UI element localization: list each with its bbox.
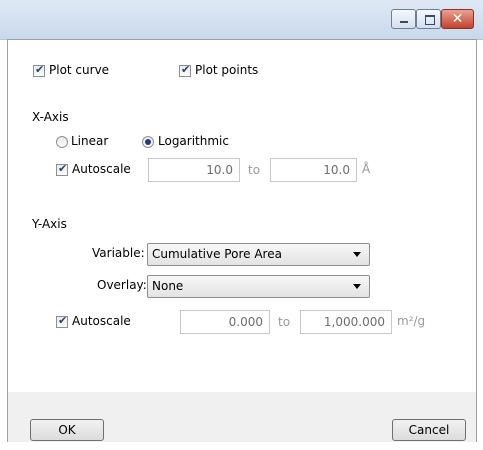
variable-select[interactable]: Cumulative Pore Area [147, 243, 370, 266]
logarithmic-label: Logarithmic [158, 134, 229, 148]
maximize-icon [425, 15, 435, 25]
chevron-down-icon [353, 284, 361, 289]
dialog-client-area: Plot curve Plot points X-Axis Linear Log… [7, 39, 477, 442]
y-autoscale-label: Autoscale [72, 314, 131, 328]
y-min-field[interactable]: 0.000 [180, 310, 270, 334]
logarithmic-radio[interactable] [142, 136, 154, 148]
x-autoscale-checkbox[interactable] [56, 162, 68, 176]
x-autoscale-label: Autoscale [72, 162, 131, 176]
x-min-field[interactable]: 10.0 [148, 158, 240, 182]
overlay-label: Overlay: [97, 278, 147, 292]
close-icon: ✕ [451, 11, 464, 27]
linear-label: Linear [71, 134, 109, 148]
y-axis-heading: Y-Axis [32, 217, 67, 231]
plot-points-label: Plot points [195, 63, 259, 77]
separator-strip [8, 392, 476, 415]
minimize-button[interactable] [391, 9, 416, 29]
x-max-field[interactable]: 10.0 [270, 158, 357, 182]
minimize-icon [400, 21, 408, 23]
plot-points-checkbox[interactable] [179, 63, 191, 77]
x-axis-heading: X-Axis [32, 110, 69, 124]
overlay-select[interactable]: None [147, 275, 370, 298]
ok-button[interactable]: OK [30, 419, 104, 441]
close-button[interactable]: ✕ [441, 9, 474, 29]
cancel-button[interactable]: Cancel [392, 419, 466, 441]
linear-radio[interactable] [56, 136, 68, 148]
chevron-down-icon [353, 252, 361, 257]
plot-curve-checkbox[interactable] [33, 63, 45, 77]
overlay-value: None [152, 279, 184, 293]
options-panel: Plot curve Plot points X-Axis Linear Log… [8, 40, 476, 393]
plot-curve-label: Plot curve [49, 63, 110, 77]
variable-label: Variable: [92, 246, 145, 260]
button-bar: OK Cancel [8, 414, 476, 442]
x-to-label: to [248, 163, 261, 177]
y-max-field[interactable]: 1,000.000 [300, 310, 392, 334]
y-autoscale-checkbox[interactable] [56, 314, 68, 328]
title-bar: ✕ [0, 0, 483, 40]
y-to-label: to [278, 315, 291, 329]
maximize-button[interactable] [416, 9, 441, 29]
variable-value: Cumulative Pore Area [152, 247, 282, 261]
x-unit-label: Å [362, 162, 371, 176]
y-unit-label: m²/g [397, 314, 426, 328]
